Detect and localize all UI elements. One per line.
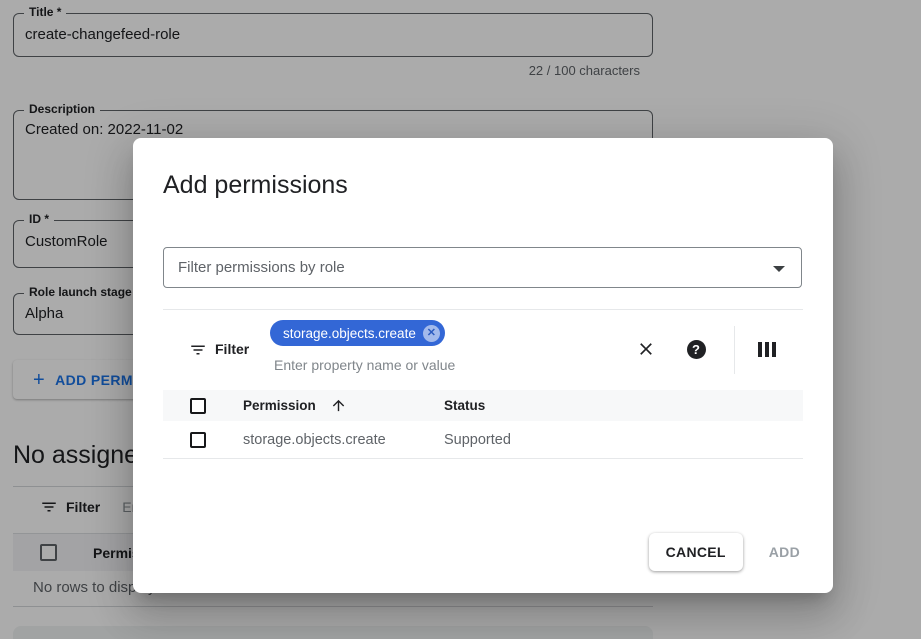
filter-chip-text: storage.objects.create: [283, 326, 416, 341]
row-checkbox[interactable]: [190, 432, 206, 448]
row-status: Supported: [444, 432, 803, 448]
permissions-filter-bar: Filter storage.objects.create ✕ Enter pr…: [163, 309, 803, 390]
table-row[interactable]: storage.objects.create Supported: [163, 421, 803, 459]
chip-remove-icon[interactable]: ✕: [423, 325, 440, 342]
add-button[interactable]: ADD: [769, 544, 800, 560]
chevron-down-icon: [773, 266, 785, 272]
close-icon: [636, 339, 656, 359]
column-permission[interactable]: Permission: [243, 398, 316, 413]
divider: [734, 326, 735, 374]
permissions-table: Permission Status storage.objects.create…: [163, 390, 803, 459]
create-role-page: Title * create-changefeed-role 22 / 100 …: [0, 0, 921, 639]
filter-input[interactable]: Enter property name or value: [274, 357, 455, 373]
add-permissions-dialog: Add permissions Filter permissions by ro…: [133, 138, 833, 593]
row-permission: storage.objects.create: [243, 432, 444, 448]
help-button[interactable]: ?: [685, 338, 707, 360]
cancel-button[interactable]: CANCEL: [649, 533, 743, 571]
filter-label: Filter: [215, 341, 249, 357]
column-display-button[interactable]: [756, 338, 778, 360]
sort-ascending-icon[interactable]: [330, 397, 347, 414]
filter-permissions-by-role-select[interactable]: Filter permissions by role: [163, 247, 802, 288]
permissions-table-header: Permission Status: [163, 390, 803, 421]
dialog-actions: CANCEL ADD: [649, 533, 800, 571]
filter-icon: [189, 341, 207, 359]
clear-filters-button[interactable]: [635, 338, 657, 360]
filter-chip[interactable]: storage.objects.create ✕: [270, 320, 445, 346]
column-status[interactable]: Status: [444, 398, 803, 413]
dialog-title: Add permissions: [163, 171, 348, 200]
role-filter-placeholder: Filter permissions by role: [178, 259, 345, 276]
select-all-checkbox[interactable]: [190, 398, 206, 414]
columns-icon: [758, 342, 776, 357]
help-icon: ?: [687, 340, 706, 359]
